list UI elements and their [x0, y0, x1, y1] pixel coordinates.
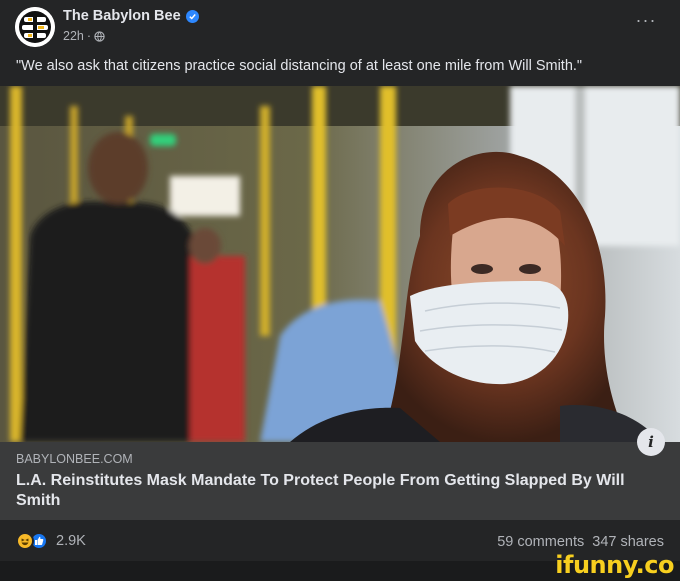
meta-separator: · [86, 29, 92, 43]
info-button[interactable]: i [637, 428, 665, 456]
verified-check-icon [185, 9, 199, 23]
page-name[interactable]: The Babylon Bee [63, 8, 181, 24]
link-preview[interactable]: i BABYLONBEE.COM L.A. Reinstitutes Mask … [0, 428, 680, 520]
link-headline[interactable]: L.A. Reinstitutes Mask Mandate To Protec… [16, 471, 646, 511]
more-options-button[interactable]: ··· [634, 10, 658, 34]
shares-count[interactable]: 347 shares [592, 534, 664, 550]
post-header: The Babylon Bee 22h · ··· [0, 0, 680, 50]
link-domain: BABYLONBEE.COM [16, 452, 133, 466]
engagement-counts: 59 comments 347 shares [497, 534, 664, 550]
reaction-count: 2.9K [56, 533, 86, 549]
ifunny-watermark: ifunny.co [555, 551, 674, 579]
post-caption: "We also ask that citizens practice soci… [16, 58, 583, 74]
reactions-summary[interactable]: 2.9K [16, 532, 86, 550]
post-time[interactable]: 22h [63, 29, 84, 43]
haha-icon [16, 532, 34, 550]
comments-count[interactable]: 59 comments [497, 534, 584, 550]
post-photo[interactable] [0, 86, 680, 442]
globe-icon [94, 30, 105, 42]
babylon-bee-logo-icon[interactable] [15, 7, 55, 47]
post-meta: 22h · [63, 29, 105, 43]
page-name-link[interactable]: The Babylon Bee [63, 8, 199, 24]
